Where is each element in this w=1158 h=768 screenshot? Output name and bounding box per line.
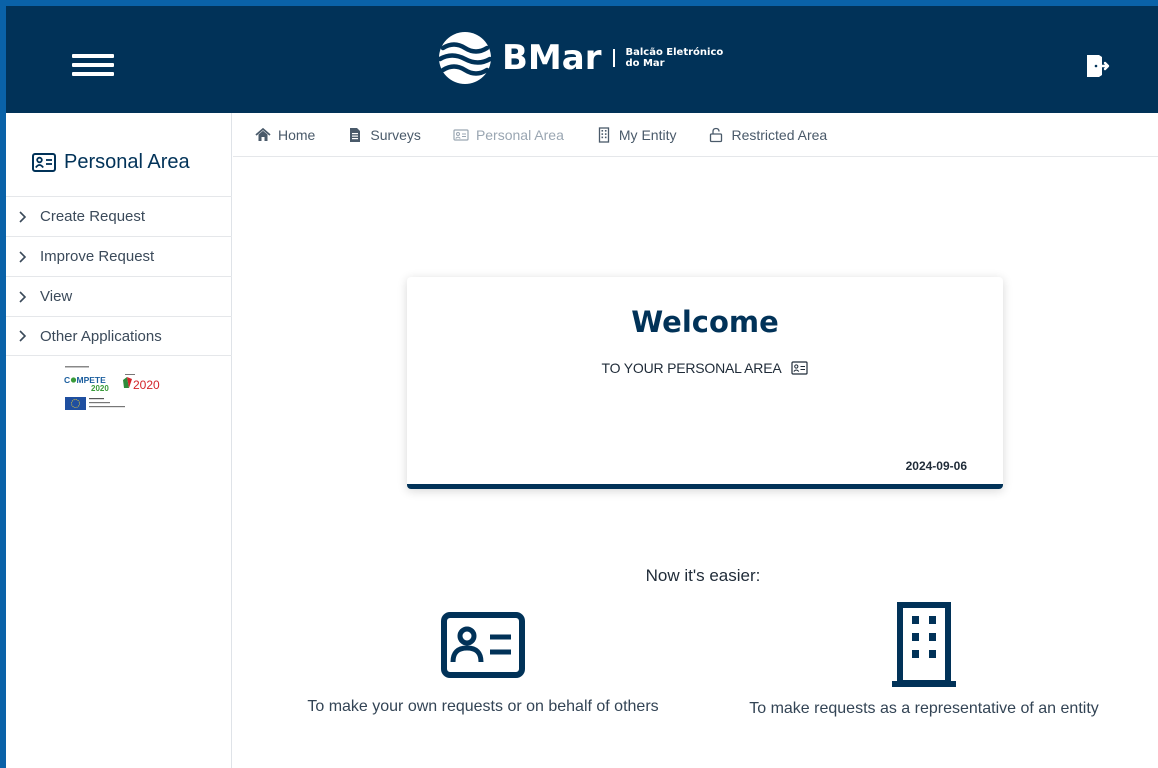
- top-nav: Home Surveys Personal Area My Entity Res…: [233, 113, 1158, 157]
- logo-name: BMar: [502, 38, 602, 78]
- sidebar-item-improve-request[interactable]: Improve Request: [6, 236, 232, 276]
- chevron-right-icon: [19, 290, 27, 303]
- welcome-subtitle: TO YOUR PERSONAL AREA: [601, 360, 782, 376]
- nav-my-entity[interactable]: My Entity: [596, 126, 677, 143]
- nav-personal-area-label: Personal Area: [475, 126, 564, 143]
- feature-entity-requests: To make requests as a representative of …: [740, 602, 1108, 718]
- logo-subtitle-line2: do Mar: [625, 58, 665, 69]
- sidebar-item-label: Other Applications: [40, 327, 162, 345]
- sidebar-item-label: View: [40, 288, 73, 305]
- welcome-card: Welcome TO YOUR PERSONAL AREA 2024-09-06: [407, 277, 1003, 489]
- sidebar-title: Personal Area: [32, 151, 190, 174]
- logo-subtitle-line1: Balcão Eletrónico: [625, 47, 724, 58]
- svg-text:2020: 2020: [133, 378, 160, 392]
- welcome-subtitle-row: TO YOUR PERSONAL AREA: [407, 360, 1003, 376]
- nav-restricted-area-label: Restricted Area: [731, 126, 828, 143]
- bmar-logo[interactable]: BMar Balcão Eletrónico do Mar: [437, 29, 723, 87]
- lock-icon: [710, 127, 723, 142]
- nav-home[interactable]: Home: [255, 127, 315, 143]
- home-icon: [255, 127, 271, 141]
- logo-subtitle: Balcão Eletrónico do Mar: [625, 47, 723, 69]
- id-card-icon: [791, 361, 809, 375]
- sidebar-item-other-applications[interactable]: Other Applications: [6, 316, 232, 356]
- sidebar-menu: Create Request Improve Request View Othe…: [6, 196, 232, 356]
- nav-personal-area[interactable]: Personal Area: [453, 127, 564, 143]
- chevron-right-icon: [19, 330, 27, 342]
- app-header: BMar Balcão Eletrónico do Mar: [6, 6, 1158, 113]
- sidebar-item-view[interactable]: View: [6, 276, 232, 316]
- document-icon: [350, 127, 361, 142]
- easier-heading: Now it's easier:: [645, 566, 761, 585]
- feature-own-requests-text: To make your own requests or on behalf o…: [307, 698, 659, 715]
- nav-restricted-area[interactable]: Restricted Area: [708, 127, 827, 143]
- sidebar-item-label: Improve Request: [40, 248, 155, 265]
- welcome-title: Welcome: [631, 305, 779, 339]
- nav-surveys[interactable]: Surveys: [347, 127, 421, 143]
- sidebar-item-create-request[interactable]: Create Request: [6, 196, 232, 236]
- svg-text:C: C: [64, 375, 70, 385]
- nav-my-entity-label: My Entity: [618, 126, 677, 143]
- id-card-icon: [441, 612, 525, 678]
- logout-icon[interactable]: [1084, 52, 1112, 80]
- wave-logo-icon: [437, 32, 493, 84]
- feature-own-requests: To make your own requests or on behalf o…: [300, 612, 666, 716]
- building-icon: [598, 126, 610, 143]
- cofunding-logos: C MPETE 2020 2020: [64, 366, 160, 410]
- sidebar-item-label: Create Request: [40, 208, 146, 225]
- nav-home-label: Home: [278, 126, 316, 143]
- feature-entity-requests-text: To make requests as a representative of …: [749, 700, 1099, 717]
- id-card-icon: [32, 153, 56, 172]
- id-card-icon: [453, 128, 469, 141]
- chevron-right-icon: [19, 210, 27, 223]
- building-icon: [892, 602, 956, 687]
- sidebar: Personal Area Create Request Improve Req…: [6, 113, 232, 768]
- welcome-date: 2024-09-06: [905, 459, 967, 473]
- hamburger-icon[interactable]: [72, 54, 114, 82]
- svg-text:2020: 2020: [91, 384, 109, 393]
- logo-separator: [613, 49, 616, 67]
- sidebar-title-label: Personal Area: [64, 151, 190, 173]
- chevron-right-icon: [19, 250, 27, 263]
- nav-surveys-label: Surveys: [370, 126, 421, 143]
